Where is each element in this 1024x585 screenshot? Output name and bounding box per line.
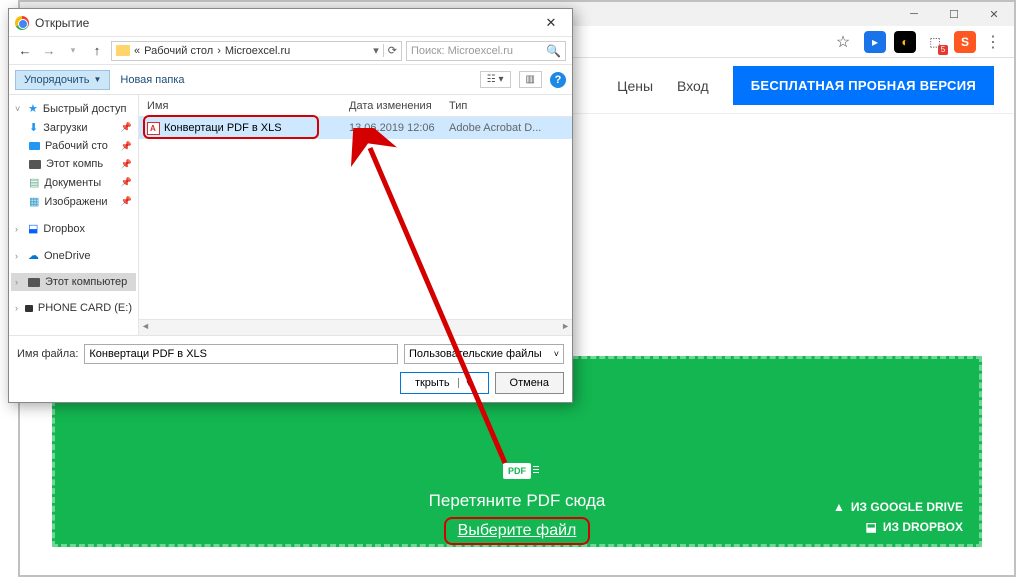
view-mode-button[interactable]: ☷ ▾	[480, 71, 511, 88]
breadcrumb[interactable]: « Рабочий стол › Microexcel.ru ▾ ⟳	[111, 41, 402, 61]
sidebar-phone-card[interactable]: ›PHONE CARD (E:)	[11, 299, 136, 317]
doc-icon: ▤	[29, 176, 39, 189]
dialog-titlebar: Открытие ✕	[9, 9, 572, 37]
sidebar-thispc-short[interactable]: Этот компь📌	[11, 155, 136, 173]
sidebar-quick-access[interactable]: ˅★Быстрый доступ	[11, 99, 136, 118]
nav-recent-icon[interactable]: ▾	[63, 45, 83, 56]
new-folder-button[interactable]: Новая папка	[120, 74, 184, 86]
dialog-title: Открытие	[35, 16, 89, 30]
dialog-close-button[interactable]: ✕	[536, 15, 566, 31]
horizontal-scrollbar[interactable]	[139, 319, 572, 335]
file-type: Adobe Acrobat D...	[449, 122, 572, 134]
nav-prices[interactable]: Цены	[617, 78, 653, 94]
nav-up-icon[interactable]: ↑	[87, 43, 107, 58]
extension-icon[interactable]: ▸	[864, 31, 886, 53]
minimize-button[interactable]: ─	[894, 2, 934, 26]
image-icon: ▦	[29, 195, 39, 208]
pin-icon: 📌	[121, 196, 132, 207]
from-gdrive-link[interactable]: ▲ИЗ GOOGLE DRIVE	[833, 500, 963, 514]
from-dropbox-link[interactable]: ⬓ИЗ DROPBOX	[833, 520, 963, 534]
col-date[interactable]: Дата изменения	[349, 100, 449, 112]
maximize-button[interactable]: ☐	[934, 2, 974, 26]
sidebar-documents[interactable]: ▤Документы📌	[11, 173, 136, 192]
drive-icon	[25, 305, 33, 312]
refresh-icon[interactable]: ⟳	[383, 44, 397, 57]
filename-row: Имя файла: Пользовательские файлы˅	[17, 344, 564, 364]
dialog-sidebar: ˅★Быстрый доступ ⬇Загрузки📌 Рабочий сто📌…	[9, 95, 139, 335]
menu-icon[interactable]: ⋮	[980, 29, 1006, 55]
desktop-icon	[29, 142, 40, 150]
pdf-badge-icon: PDF	[503, 463, 531, 479]
dropbox-icon: ⬓	[866, 520, 877, 534]
extension-icon[interactable]: ◐	[894, 31, 916, 53]
chrome-icon	[15, 16, 29, 30]
breadcrumb-sep: ›	[217, 45, 221, 57]
nav-login[interactable]: Вход	[677, 78, 709, 94]
open-button[interactable]: ткрыть▼	[400, 372, 489, 394]
star-icon[interactable]: ☆	[830, 29, 856, 55]
preview-button[interactable]: ▥	[519, 71, 542, 88]
folder-icon	[116, 45, 130, 56]
filetype-select[interactable]: Пользовательские файлы˅	[404, 344, 564, 364]
breadcrumb-sep: «	[134, 45, 140, 57]
trial-button[interactable]: БЕСПЛАТНАЯ ПРОБНАЯ ВЕРСИЯ	[733, 66, 994, 105]
dialog-toolbar: Упорядочить▼ Новая папка ☷ ▾ ▥ ?	[9, 65, 572, 95]
onedrive-icon: ☁	[28, 249, 39, 262]
breadcrumb-item[interactable]: Microexcel.ru	[225, 45, 290, 57]
dialog-footer: Имя файла: Пользовательские файлы˅ ткрыт…	[9, 335, 572, 402]
pin-icon: 📌	[121, 159, 132, 170]
nav-forward-icon[interactable]: →	[39, 43, 59, 58]
sidebar-dropbox[interactable]: ›⬓Dropbox	[11, 219, 136, 238]
file-row[interactable]: Конвертаци PDF в XLS 13.06.2019 12:06 Ad…	[139, 117, 572, 139]
dialog-nav: ← → ▾ ↑ « Рабочий стол › Microexcel.ru ▾…	[9, 37, 572, 65]
close-button[interactable]: ✕	[974, 2, 1014, 26]
pc-icon	[29, 160, 41, 169]
search-input[interactable]: Поиск: Microexcel.ru 🔍	[406, 41, 566, 61]
sidebar-onedrive[interactable]: ›☁OneDrive	[11, 246, 136, 265]
filename-label: Имя файла:	[17, 348, 78, 360]
choose-file-link[interactable]: Выберите файл	[444, 517, 591, 545]
col-name[interactable]: Имя	[139, 100, 349, 112]
cancel-button[interactable]: Отмена	[495, 372, 564, 394]
download-icon: ⬇	[29, 121, 38, 134]
pdf-file-icon	[147, 122, 160, 135]
pin-icon: 📌	[121, 177, 132, 188]
cloud-links: ▲ИЗ GOOGLE DRIVE ⬓ИЗ DROPBOX	[833, 494, 963, 534]
help-icon[interactable]: ?	[550, 72, 566, 88]
dialog-buttons: ткрыть▼ Отмена	[17, 372, 564, 394]
file-list: Имя Дата изменения Тип Конвертаци PDF в …	[139, 95, 572, 335]
dialog-body: ˅★Быстрый доступ ⬇Загрузки📌 Рабочий сто📌…	[9, 95, 572, 335]
pc-icon	[28, 278, 40, 287]
filename-input[interactable]	[84, 344, 398, 364]
gdrive-icon: ▲	[833, 500, 845, 514]
search-icon: 🔍	[546, 44, 561, 58]
col-type[interactable]: Тип	[449, 100, 572, 112]
profile-avatar[interactable]: S	[954, 31, 976, 53]
dropbox-icon: ⬓	[28, 222, 38, 235]
organize-button[interactable]: Упорядочить▼	[15, 70, 110, 90]
drop-text: Перетяните PDF сюда	[429, 491, 606, 511]
file-name: Конвертаци PDF в XLS	[164, 122, 282, 134]
sidebar-thispc[interactable]: ›Этот компьютер	[11, 273, 136, 291]
sidebar-downloads[interactable]: ⬇Загрузки📌	[11, 118, 136, 137]
open-dropdown-icon[interactable]: ▼	[458, 378, 474, 388]
sidebar-images[interactable]: ▦Изображени📌	[11, 192, 136, 211]
pin-icon: 📌	[121, 122, 132, 133]
sidebar-desktop[interactable]: Рабочий сто📌	[11, 137, 136, 155]
file-date: 13.06.2019 12:06	[349, 122, 449, 134]
file-open-dialog: Открытие ✕ ← → ▾ ↑ « Рабочий стол › Micr…	[8, 8, 573, 403]
list-header[interactable]: Имя Дата изменения Тип	[139, 95, 572, 117]
search-placeholder: Поиск: Microexcel.ru	[411, 45, 513, 57]
star-icon: ★	[28, 102, 38, 115]
extension-icon[interactable]: ⬚	[924, 31, 946, 53]
breadcrumb-item[interactable]: Рабочий стол	[144, 45, 213, 57]
nav-back-icon[interactable]: ←	[15, 43, 35, 58]
pin-icon: 📌	[121, 141, 132, 152]
